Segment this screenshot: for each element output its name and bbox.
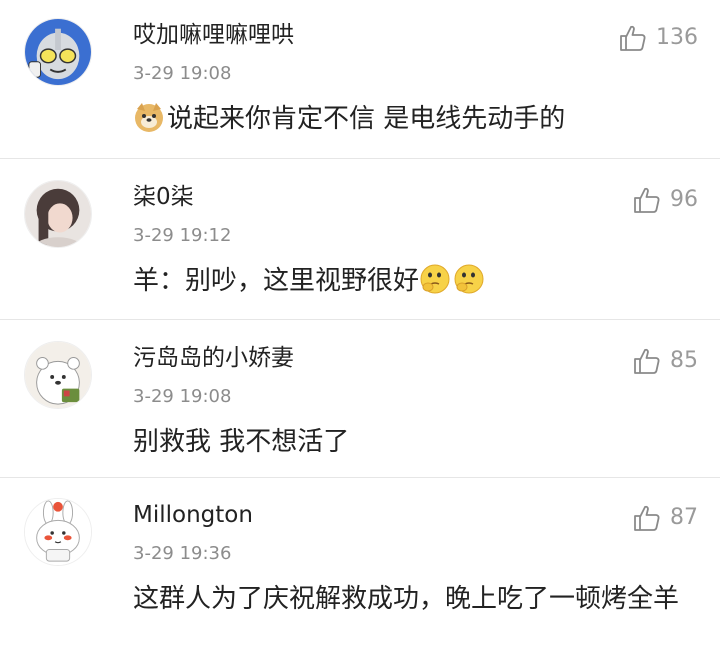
bear-avatar-icon (25, 342, 91, 408)
like-count: 136 (656, 25, 698, 50)
avatar[interactable] (24, 498, 92, 566)
comment-text: 羊：别吵，这里视野很好 (133, 262, 693, 300)
ultraman-avatar-icon (25, 19, 91, 85)
hmm-face-emoji (419, 263, 451, 295)
like-count: 85 (670, 348, 698, 373)
comment-item: 哎加嘛哩嘛哩哄 3-29 19:08 136 说起来你肯定不信 是电线先动手的 (0, 0, 720, 158)
username[interactable]: 柒0柒 (133, 182, 194, 212)
timestamp: 3-29 19:08 (133, 386, 232, 407)
like-button[interactable]: 85 (632, 343, 698, 379)
like-count: 87 (670, 505, 698, 530)
username[interactable]: 哎加嘛哩嘛哩哄 (133, 20, 294, 50)
thumbs-up-icon (632, 503, 662, 533)
username[interactable]: Millongton (133, 500, 253, 530)
timestamp: 3-29 19:36 (133, 543, 232, 564)
avatar[interactable] (24, 341, 92, 409)
user-photo-avatar-icon (25, 181, 91, 247)
username[interactable]: 污岛岛的小娇妻 (133, 343, 294, 373)
like-button[interactable]: 136 (618, 20, 698, 56)
divider (0, 158, 720, 159)
timestamp: 3-29 19:12 (133, 225, 232, 246)
avatar[interactable] (24, 180, 92, 248)
comment-item: Millongton 3-29 19:36 87 这群人为了庆祝解救成功，晚上吃… (0, 480, 720, 666)
avatar[interactable] (24, 18, 92, 86)
comment-text: 这群人为了庆祝解救成功，晚上吃了一顿烤全羊 (133, 580, 688, 618)
thumbs-up-icon (618, 23, 648, 53)
bunny-avatar-icon (25, 499, 91, 565)
comment-body: 别救我 我不想活了 (133, 427, 350, 457)
comment-text: 说起来你肯定不信 是电线先动手的 (133, 100, 693, 138)
like-button[interactable]: 96 (632, 182, 698, 218)
comment-body: 羊：别吵，这里视野很好 (133, 266, 420, 296)
like-count: 96 (670, 187, 698, 212)
timestamp: 3-29 19:08 (133, 63, 232, 84)
comment-list: 哎加嘛哩嘛哩哄 3-29 19:08 136 说起来你肯定不信 是电线先动手的 … (0, 0, 720, 666)
comment-text: 别救我 我不想活了 (133, 423, 693, 461)
divider (0, 477, 720, 478)
divider (0, 319, 720, 320)
doge-emoji (133, 101, 165, 133)
like-button[interactable]: 87 (632, 500, 698, 536)
comment-item: 柒0柒 3-29 19:12 96 羊：别吵，这里视野很好 (0, 162, 720, 320)
comment-body: 这群人为了庆祝解救成功，晚上吃了一顿烤全羊 (133, 584, 680, 614)
thumbs-up-icon (632, 346, 662, 376)
thumbs-up-icon (632, 185, 662, 215)
comment-body: 说起来你肯定不信 是电线先动手的 (167, 104, 566, 134)
hmm-face-emoji (453, 263, 485, 295)
comment-item: 污岛岛的小娇妻 3-29 19:08 85 别救我 我不想活了 (0, 323, 720, 477)
